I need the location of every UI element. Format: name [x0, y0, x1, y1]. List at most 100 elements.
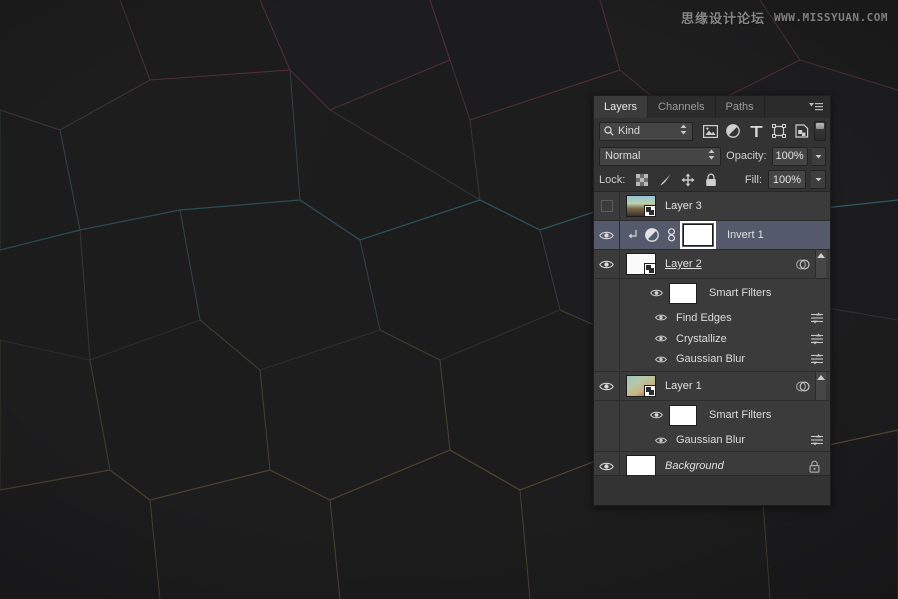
lock-transparent-pixels-icon[interactable]	[635, 173, 649, 187]
layer-row-background[interactable]: Background	[594, 452, 830, 475]
chain-link-glyph	[668, 228, 676, 242]
lock-buttons	[635, 173, 718, 187]
layer-1-scroll-indicator[interactable]	[815, 372, 826, 400]
layer-name-invert-1[interactable]: Invert 1	[727, 229, 764, 241]
filter-indent	[594, 429, 620, 451]
lock-row: Lock: Fill: 100%	[594, 168, 830, 192]
visibility-toggle-find-edges[interactable]	[652, 313, 670, 322]
eye-icon	[655, 437, 667, 443]
filter-pixel-layers-icon[interactable]	[702, 123, 718, 139]
layer-name-layer-1[interactable]: Layer 1	[665, 380, 702, 392]
visibility-toggle-smart-filters-layer-1[interactable]	[647, 410, 665, 420]
smart-filter-row-gaussian-blur-layer-2[interactable]: Gaussian Blur	[594, 349, 830, 372]
layer-mask-thumbnail-invert-1[interactable]	[680, 221, 716, 249]
layer-filter-row: Kind	[594, 118, 830, 144]
invert-adjustment-glyph	[645, 228, 659, 242]
smart-filters-row-layer-2[interactable]: Smart Filters	[594, 279, 830, 307]
clip-arrow-glyph	[628, 230, 637, 239]
visibility-toggle-background[interactable]	[594, 452, 620, 475]
panel-menu-glyph	[809, 102, 823, 110]
filter-kind-select[interactable]: Kind	[599, 121, 694, 141]
filter-adjustment-layers-icon[interactable]	[725, 123, 741, 139]
link-mask-icon[interactable]	[667, 228, 676, 242]
layer-row-invert-1[interactable]: Invert 1	[594, 221, 830, 250]
visibility-toggle-invert-1[interactable]	[594, 221, 620, 249]
filter-shape-layers-icon[interactable]	[771, 123, 787, 139]
tab-layers[interactable]: Layers	[594, 96, 649, 118]
smart-filter-name-find-edges[interactable]: Find Edges	[676, 312, 732, 324]
smart-filter-badge-icon[interactable]	[795, 380, 810, 393]
filter-kind-stepper-icon[interactable]	[680, 124, 687, 138]
visibility-toggle-gaussian-blur-layer-2[interactable]	[652, 355, 670, 364]
checkerboard-glyph	[636, 173, 649, 186]
adjustment-invert-icon[interactable]	[645, 228, 659, 242]
eye-icon	[599, 382, 614, 390]
eye-icon	[655, 335, 667, 342]
layer-2-right-controls	[795, 250, 830, 278]
filter-body-gaussian-blur-layer-2: Gaussian Blur	[620, 349, 830, 369]
layer-thumbnail-layer-2[interactable]	[626, 253, 656, 275]
layer-row-layer-3[interactable]: Layer 3	[594, 192, 830, 221]
lock-image-pixels-icon[interactable]	[658, 173, 672, 187]
blending-options-glyph	[811, 312, 823, 323]
layer-2-scroll-indicator[interactable]	[815, 250, 826, 278]
opacity-label: Opacity:	[726, 150, 767, 162]
scroll-up-arrow-icon	[817, 253, 825, 258]
visibility-toggle-gaussian-blur-layer-1[interactable]	[652, 436, 670, 445]
layer-name-layer-3[interactable]: Layer 3	[665, 200, 702, 212]
smart-filter-name-crystallize[interactable]: Crystallize	[676, 333, 727, 345]
layer-name-layer-2[interactable]: Layer 2	[665, 258, 702, 270]
filter-blending-options-icon-crystallize[interactable]	[810, 333, 824, 345]
smart-filter-row-gaussian-blur-layer-1[interactable]: Gaussian Blur	[594, 429, 830, 452]
layer-row-layer-2[interactable]: Layer 2	[594, 250, 830, 279]
filter-type-layers-icon[interactable]	[748, 123, 764, 139]
layer-thumbnail-layer-3[interactable]	[626, 195, 656, 217]
tab-paths[interactable]: Paths	[715, 96, 765, 118]
visibility-toggle-crystallize[interactable]	[652, 334, 670, 343]
layer-name-background[interactable]: Background	[665, 460, 724, 472]
opacity-input[interactable]: 100%	[771, 146, 808, 166]
smart-filter-mask-thumbnail-layer-1[interactable]	[669, 404, 697, 426]
panel-footer	[594, 475, 830, 505]
filter-enable-toggle[interactable]	[814, 121, 826, 141]
eye-icon	[649, 411, 663, 419]
visibility-off-box-icon	[600, 200, 613, 212]
opacity-dropdown-icon[interactable]	[811, 146, 826, 166]
layer-thumbnail-background[interactable]	[626, 455, 656, 475]
smart-filter-mask-thumbnail-layer-2[interactable]	[669, 282, 697, 304]
filter-smart-object-layers-icon[interactable]	[794, 123, 810, 139]
smart-object-badge-icon	[644, 205, 656, 217]
smart-filter-row-find-edges[interactable]: Find Edges	[594, 307, 830, 328]
fill-dropdown-icon[interactable]	[811, 170, 826, 189]
visibility-toggle-layer-1[interactable]	[594, 372, 620, 400]
layer-thumbnail-layer-1[interactable]	[626, 375, 656, 397]
blend-mode-stepper-icon[interactable]	[708, 149, 715, 163]
smart-filters-body-layer-2: Smart Filters	[620, 279, 830, 307]
smart-filter-name-gaussian-blur-layer-1[interactable]: Gaussian Blur	[676, 434, 745, 446]
blend-mode-select[interactable]: Normal	[599, 146, 722, 166]
visibility-toggle-smart-filters-layer-2[interactable]	[647, 288, 665, 298]
panel-menu-icon[interactable]	[806, 96, 826, 118]
layer-row-layer-1[interactable]: Layer 1	[594, 372, 830, 401]
visibility-toggle-layer-3[interactable]	[594, 192, 620, 220]
smart-filters-row-layer-1[interactable]: Smart Filters	[594, 401, 830, 429]
fill-input[interactable]: 100%	[768, 170, 806, 189]
smart-filter-badge-icon[interactable]	[795, 258, 810, 271]
smart-filter-row-crystallize[interactable]: Crystallize	[594, 328, 830, 349]
eye-icon	[599, 231, 614, 239]
layer-list[interactable]: Layer 3 Invert 1 Layer 2 Smart Filters F…	[594, 192, 830, 475]
layer-1-right-controls	[795, 372, 830, 400]
lock-all-icon[interactable]	[704, 173, 718, 187]
stepper-glyph	[708, 149, 715, 160]
smart-filters-indent-layer-1	[594, 401, 620, 429]
smart-filters-body-layer-1: Smart Filters	[620, 401, 830, 429]
visibility-toggle-layer-2[interactable]	[594, 250, 620, 278]
lock-position-icon[interactable]	[681, 173, 695, 187]
blending-options-glyph	[811, 333, 823, 344]
padlock-glyph	[809, 460, 820, 473]
smart-filter-name-gaussian-blur-layer-2[interactable]: Gaussian Blur	[676, 353, 745, 365]
filter-blending-options-icon-gaussian-blur-layer-2[interactable]	[810, 353, 824, 365]
filter-blending-options-icon-gaussian-blur-layer-1[interactable]	[810, 434, 824, 446]
tab-channels[interactable]: Channels	[648, 96, 716, 118]
filter-blending-options-icon-find-edges[interactable]	[810, 312, 824, 324]
